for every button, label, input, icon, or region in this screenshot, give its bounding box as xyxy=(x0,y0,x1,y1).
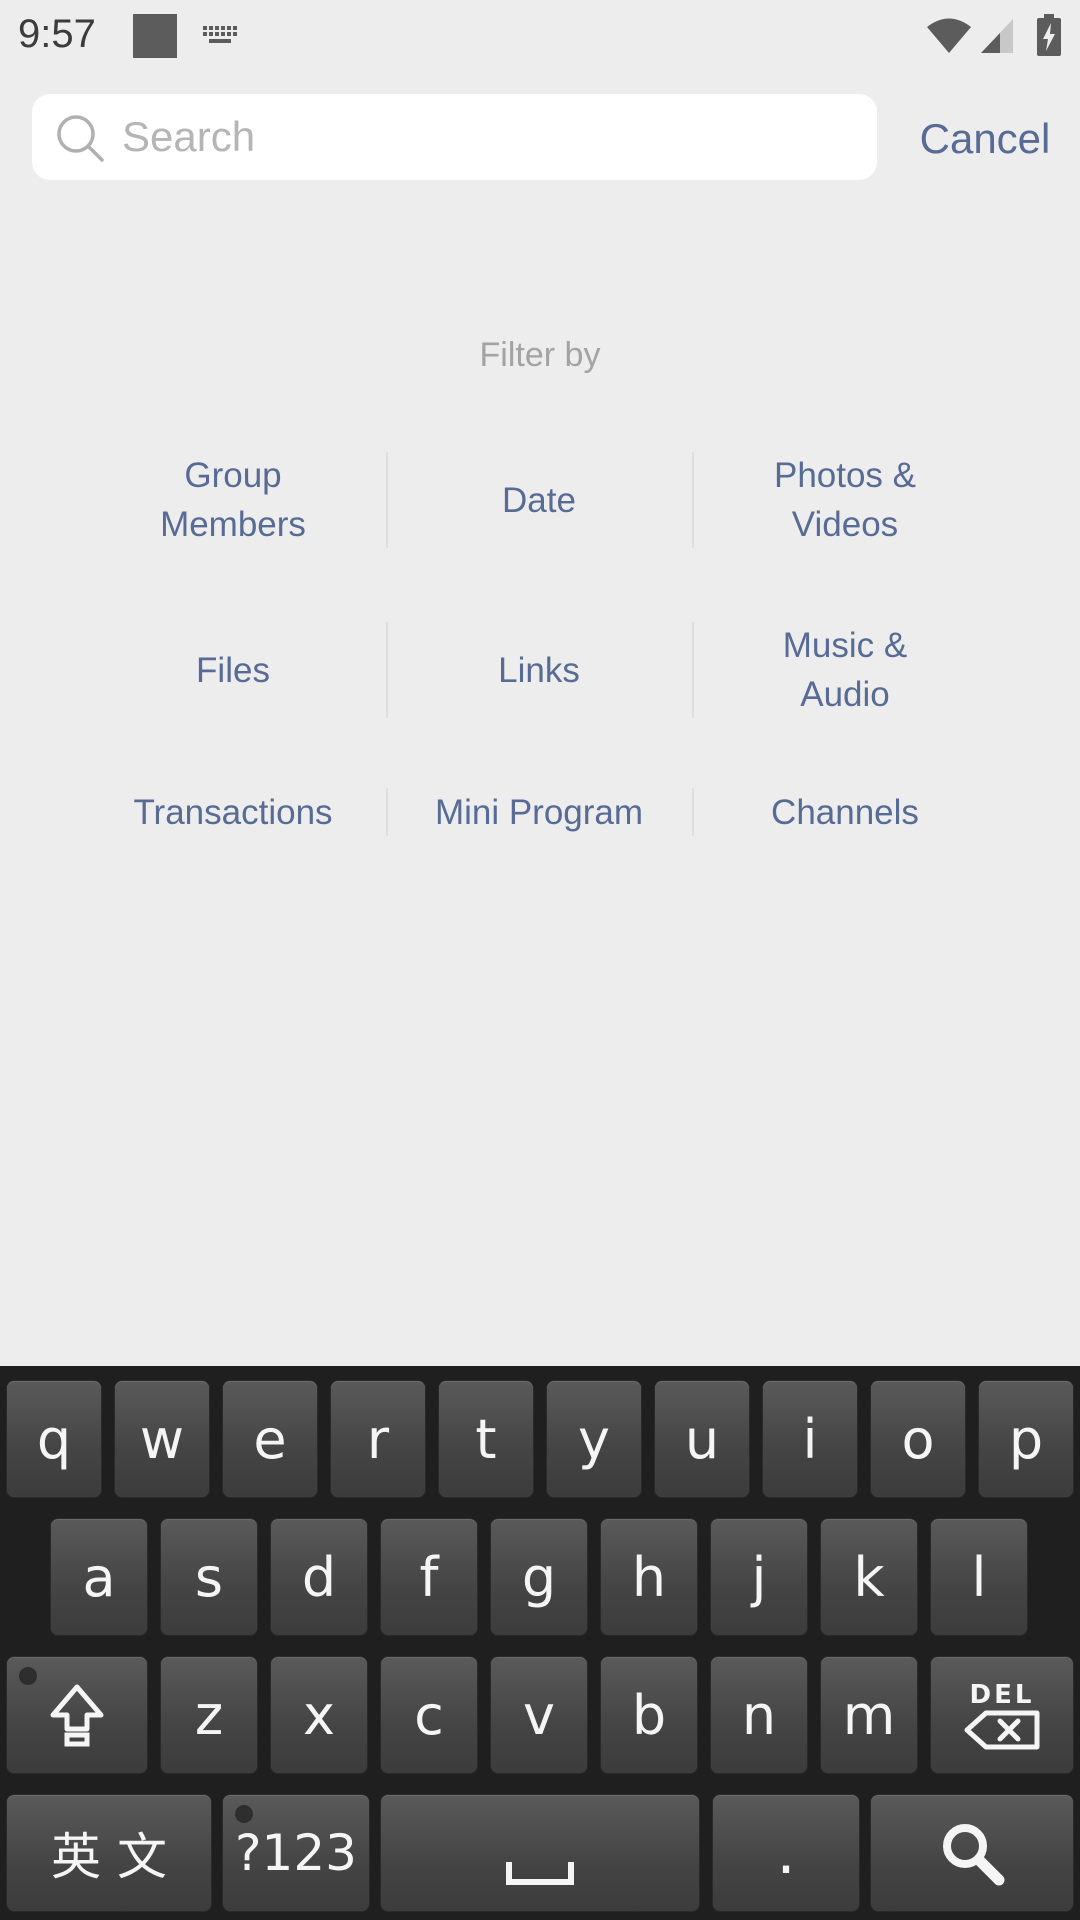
key-a[interactable]: a xyxy=(50,1518,148,1636)
filter-music-audio[interactable]: Music & Audio xyxy=(692,622,998,718)
key-z[interactable]: z xyxy=(160,1656,258,1774)
key-y[interactable]: y xyxy=(546,1380,642,1498)
key-t[interactable]: t xyxy=(438,1380,534,1498)
delete-key[interactable]: DEL xyxy=(930,1656,1074,1774)
key-v[interactable]: v xyxy=(490,1656,588,1774)
soft-keyboard: q w e r t y u i o p a s d f g h j k l z … xyxy=(0,1366,1080,1920)
key-c[interactable]: c xyxy=(380,1656,478,1774)
key-g[interactable]: g xyxy=(490,1518,588,1636)
key-k[interactable]: k xyxy=(820,1518,918,1636)
filter-label: Channels xyxy=(771,792,919,832)
symbols-label: ?123 xyxy=(235,1824,357,1882)
symbols-key[interactable]: ?123 xyxy=(222,1794,370,1912)
language-switch-key[interactable]: 英 文 xyxy=(6,1794,212,1912)
filter-row: Files Links Music & Audio xyxy=(80,622,1000,718)
signal-icon xyxy=(981,19,1013,53)
search-input[interactable] xyxy=(120,104,862,170)
search-action-key[interactable] xyxy=(870,1794,1074,1912)
search-icon xyxy=(943,1824,1005,1886)
delete-label: DEL xyxy=(969,1680,1035,1710)
key-p[interactable]: p xyxy=(978,1380,1074,1498)
filter-label: Date xyxy=(502,480,576,520)
filter-label: Transactions xyxy=(133,792,333,832)
search-box[interactable] xyxy=(32,94,877,180)
key-x[interactable]: x xyxy=(270,1656,368,1774)
key-n[interactable]: n xyxy=(710,1656,808,1774)
filter-links[interactable]: Links xyxy=(386,622,692,718)
filter-row: Group Members Date Photos & Videos xyxy=(80,452,1000,548)
filter-group-members[interactable]: Group Members xyxy=(80,452,386,548)
cancel-button[interactable]: Cancel xyxy=(905,106,1065,172)
key-q[interactable]: q xyxy=(6,1380,102,1498)
filter-date[interactable]: Date xyxy=(386,452,692,548)
key-u[interactable]: u xyxy=(654,1380,750,1498)
key-o[interactable]: o xyxy=(870,1380,966,1498)
status-time: 9:57 xyxy=(18,12,96,56)
space-key[interactable] xyxy=(380,1794,700,1912)
filter-files[interactable]: Files xyxy=(80,622,386,718)
period-key[interactable]: . xyxy=(712,1794,860,1912)
key-m[interactable]: m xyxy=(820,1656,918,1774)
shift-arrow-icon xyxy=(50,1684,104,1747)
shift-key[interactable] xyxy=(6,1656,148,1774)
filter-label: Links xyxy=(498,650,580,690)
key-b[interactable]: b xyxy=(600,1656,698,1774)
filter-label: Files xyxy=(196,650,270,690)
key-j[interactable]: j xyxy=(710,1518,808,1636)
key-l[interactable]: l xyxy=(930,1518,1028,1636)
filter-channels[interactable]: Channels xyxy=(692,787,998,837)
battery-charging-icon xyxy=(1037,14,1061,56)
filter-photos-videos[interactable]: Photos & Videos xyxy=(692,452,998,548)
status-bar: 9:57 xyxy=(0,0,1080,72)
key-i[interactable]: i xyxy=(762,1380,858,1498)
screen: 9:57 Cancel Fil xyxy=(0,0,1080,1920)
filter-row: Transactions Mini Program Channels xyxy=(80,787,1000,837)
filter-label: Music & Audio xyxy=(782,626,908,714)
filter-label: Group Members xyxy=(160,456,306,544)
key-w[interactable]: w xyxy=(114,1380,210,1498)
space-bar-icon xyxy=(506,1862,574,1885)
search-icon xyxy=(57,115,104,162)
filter-transactions[interactable]: Transactions xyxy=(80,787,386,837)
key-e[interactable]: e xyxy=(222,1380,318,1498)
key-s[interactable]: s xyxy=(160,1518,258,1636)
filter-mini-program[interactable]: Mini Program xyxy=(386,787,692,837)
keyboard-icon xyxy=(203,26,237,43)
notification-icon xyxy=(133,14,177,58)
wifi-icon xyxy=(927,18,971,53)
key-r[interactable]: r xyxy=(330,1380,426,1498)
backspace-icon xyxy=(964,1710,1040,1750)
filter-label: Mini Program xyxy=(434,792,644,832)
filter-title: Filter by xyxy=(479,336,601,374)
key-f[interactable]: f xyxy=(380,1518,478,1636)
key-d[interactable]: d xyxy=(270,1518,368,1636)
key-h[interactable]: h xyxy=(600,1518,698,1636)
filter-label: Photos & Videos xyxy=(773,456,917,544)
